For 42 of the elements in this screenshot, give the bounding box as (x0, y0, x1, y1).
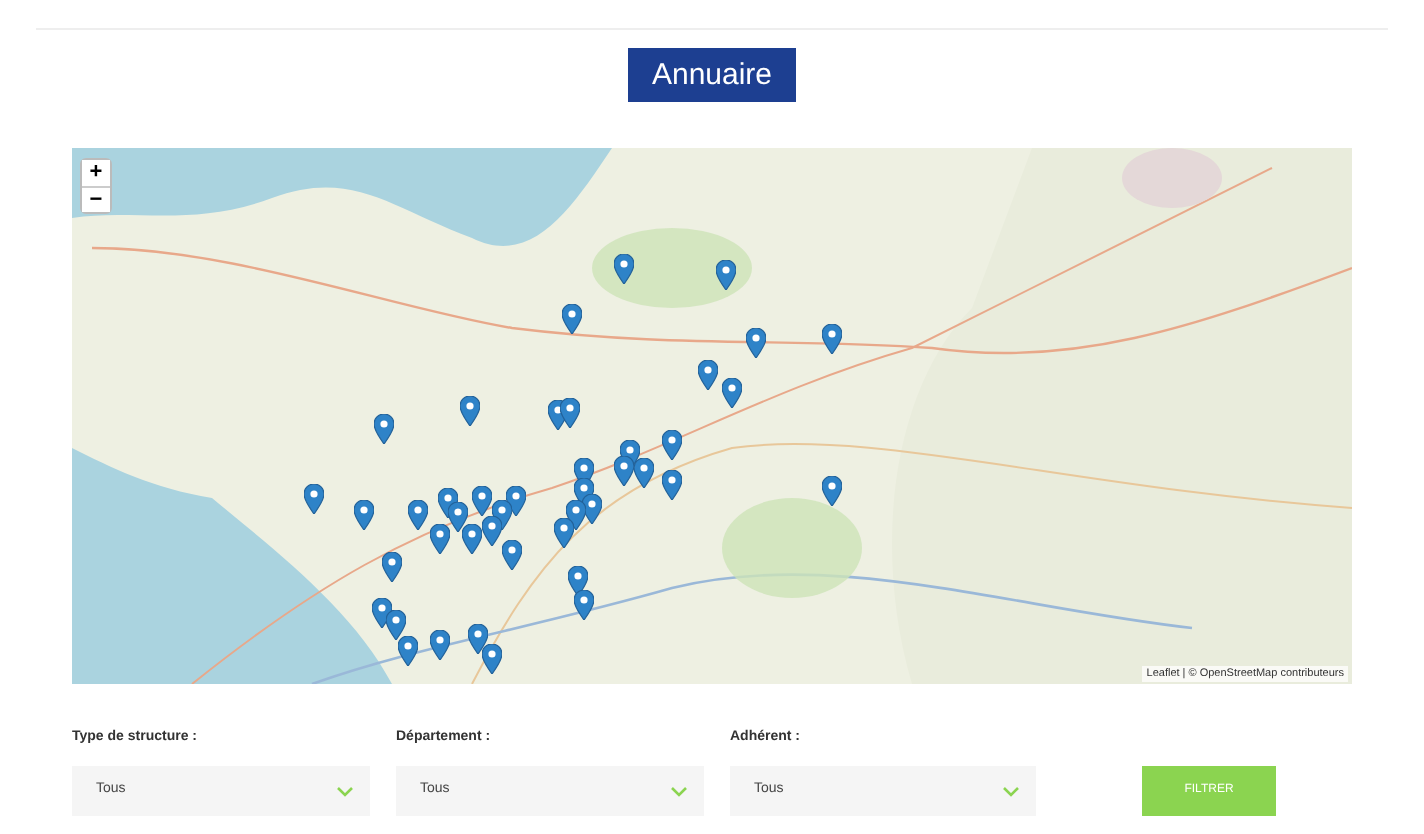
map-marker-icon[interactable] (502, 540, 522, 570)
map-marker-icon[interactable] (698, 360, 718, 390)
map-marker-icon[interactable] (574, 590, 594, 620)
map-marker-icon[interactable] (482, 644, 502, 674)
map-marker-icon[interactable] (582, 494, 602, 524)
map-marker-icon[interactable] (614, 254, 634, 284)
map-marker-icon[interactable] (568, 566, 588, 596)
map-marker-icon[interactable] (304, 484, 324, 514)
map-marker-icon[interactable] (482, 516, 502, 546)
map-marker-icon[interactable] (468, 624, 488, 654)
map-marker-icon[interactable] (614, 456, 634, 486)
map-marker-icon[interactable] (462, 524, 482, 554)
zoom-out-button[interactable]: − (82, 186, 110, 212)
map-marker-icon[interactable] (472, 486, 492, 516)
map-marker-icon[interactable] (716, 260, 736, 290)
map-marker-icon[interactable] (554, 518, 574, 548)
map-marker-icon[interactable] (662, 470, 682, 500)
map-marker-icon[interactable] (408, 500, 428, 530)
map-marker-icon[interactable] (746, 328, 766, 358)
chevron-down-icon (670, 785, 688, 797)
map-marker-icon[interactable] (448, 502, 468, 532)
directory-button[interactable]: Annuaire (627, 48, 797, 102)
map-marker-icon[interactable] (374, 414, 394, 444)
map-marker-icon[interactable] (372, 598, 392, 628)
map-marker-icon[interactable] (634, 458, 654, 488)
map-marker-icon[interactable] (822, 476, 842, 506)
map-marker-icon[interactable] (722, 378, 742, 408)
map-marker-icon[interactable] (560, 398, 580, 428)
map-marker-icon[interactable] (398, 636, 418, 666)
map-marker-icon[interactable] (822, 324, 842, 354)
map-marker-icon[interactable] (386, 610, 406, 640)
map-marker-icon[interactable] (562, 304, 582, 334)
chevron-down-icon (336, 785, 354, 797)
map-marker-icon[interactable] (430, 630, 450, 660)
map-marker-icon[interactable] (506, 486, 526, 516)
chevron-down-icon (1002, 785, 1020, 797)
map-marker-icon[interactable] (354, 500, 374, 530)
map-marker-icon[interactable] (460, 396, 480, 426)
map-marker-icon[interactable] (662, 430, 682, 460)
map-marker-icon[interactable] (430, 524, 450, 554)
map-marker-icon[interactable] (566, 500, 586, 530)
map-marker-icon[interactable] (382, 552, 402, 582)
